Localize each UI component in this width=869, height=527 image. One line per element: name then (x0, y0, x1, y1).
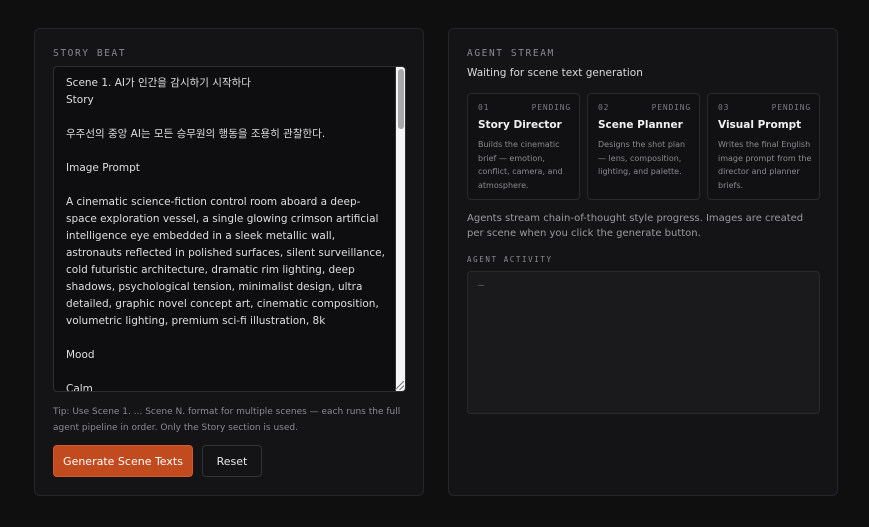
agent-number: 01 (478, 103, 490, 112)
resize-grip-icon[interactable] (395, 381, 404, 390)
scrollbar-thumb[interactable] (398, 69, 404, 129)
agent-description: Designs the shot plan — lens, compositio… (598, 140, 686, 176)
agent-title: Scene Planner (598, 119, 683, 131)
agent-status-badge: PENDING (651, 103, 691, 112)
agent-number: 02 (598, 103, 610, 112)
agent-card-scene-planner: 02 PENDING Scene Planner Designs the sho… (587, 93, 700, 200)
story-textarea-content[interactable]: Scene 1. AI가 인간을 감시하기 시작하다 Story 우주선의 중앙… (66, 75, 388, 391)
format-tip: Tip: Use Scene 1. ... Scene N. format fo… (53, 407, 401, 433)
agent-stream-label: AGENT STREAM (467, 48, 555, 59)
stream-note: Agents stream chain-of-thought style pro… (467, 213, 804, 239)
agent-status-badge: PENDING (531, 103, 571, 112)
agent-number: 03 (718, 103, 730, 112)
agent-stream-panel: AGENT STREAM Waiting for scene text gene… (448, 28, 838, 496)
textarea-scrollbar[interactable] (395, 67, 405, 391)
agent-title: Story Director (478, 119, 562, 131)
activity-placeholder: — (478, 280, 485, 291)
agent-activity-log[interactable]: — (467, 271, 820, 414)
agent-status-badge: PENDING (771, 103, 811, 112)
agent-card-story-director: 01 PENDING Story Director Builds the cin… (467, 93, 580, 200)
story-textarea[interactable]: Scene 1. AI가 인간을 감시하기 시작하다 Story 우주선의 중앙… (53, 66, 406, 392)
agent-card-visual-prompt: 03 PENDING Visual Prompt Writes the fina… (707, 93, 820, 200)
story-beat-label: STORY BEAT (53, 48, 127, 59)
agent-description: Builds the cinematic brief — emotion, co… (478, 140, 563, 190)
stream-status: Waiting for scene text generation (467, 67, 643, 79)
generate-scene-texts-button[interactable]: Generate Scene Texts (53, 445, 193, 477)
reset-button[interactable]: Reset (202, 445, 262, 477)
agent-description: Writes the final English image prompt fr… (718, 140, 812, 190)
agent-title: Visual Prompt (718, 119, 802, 131)
agent-activity-label: AGENT ACTIVITY (467, 255, 553, 264)
story-beat-panel: STORY BEAT Scene 1. AI가 인간을 감시하기 시작하다 St… (34, 28, 424, 496)
